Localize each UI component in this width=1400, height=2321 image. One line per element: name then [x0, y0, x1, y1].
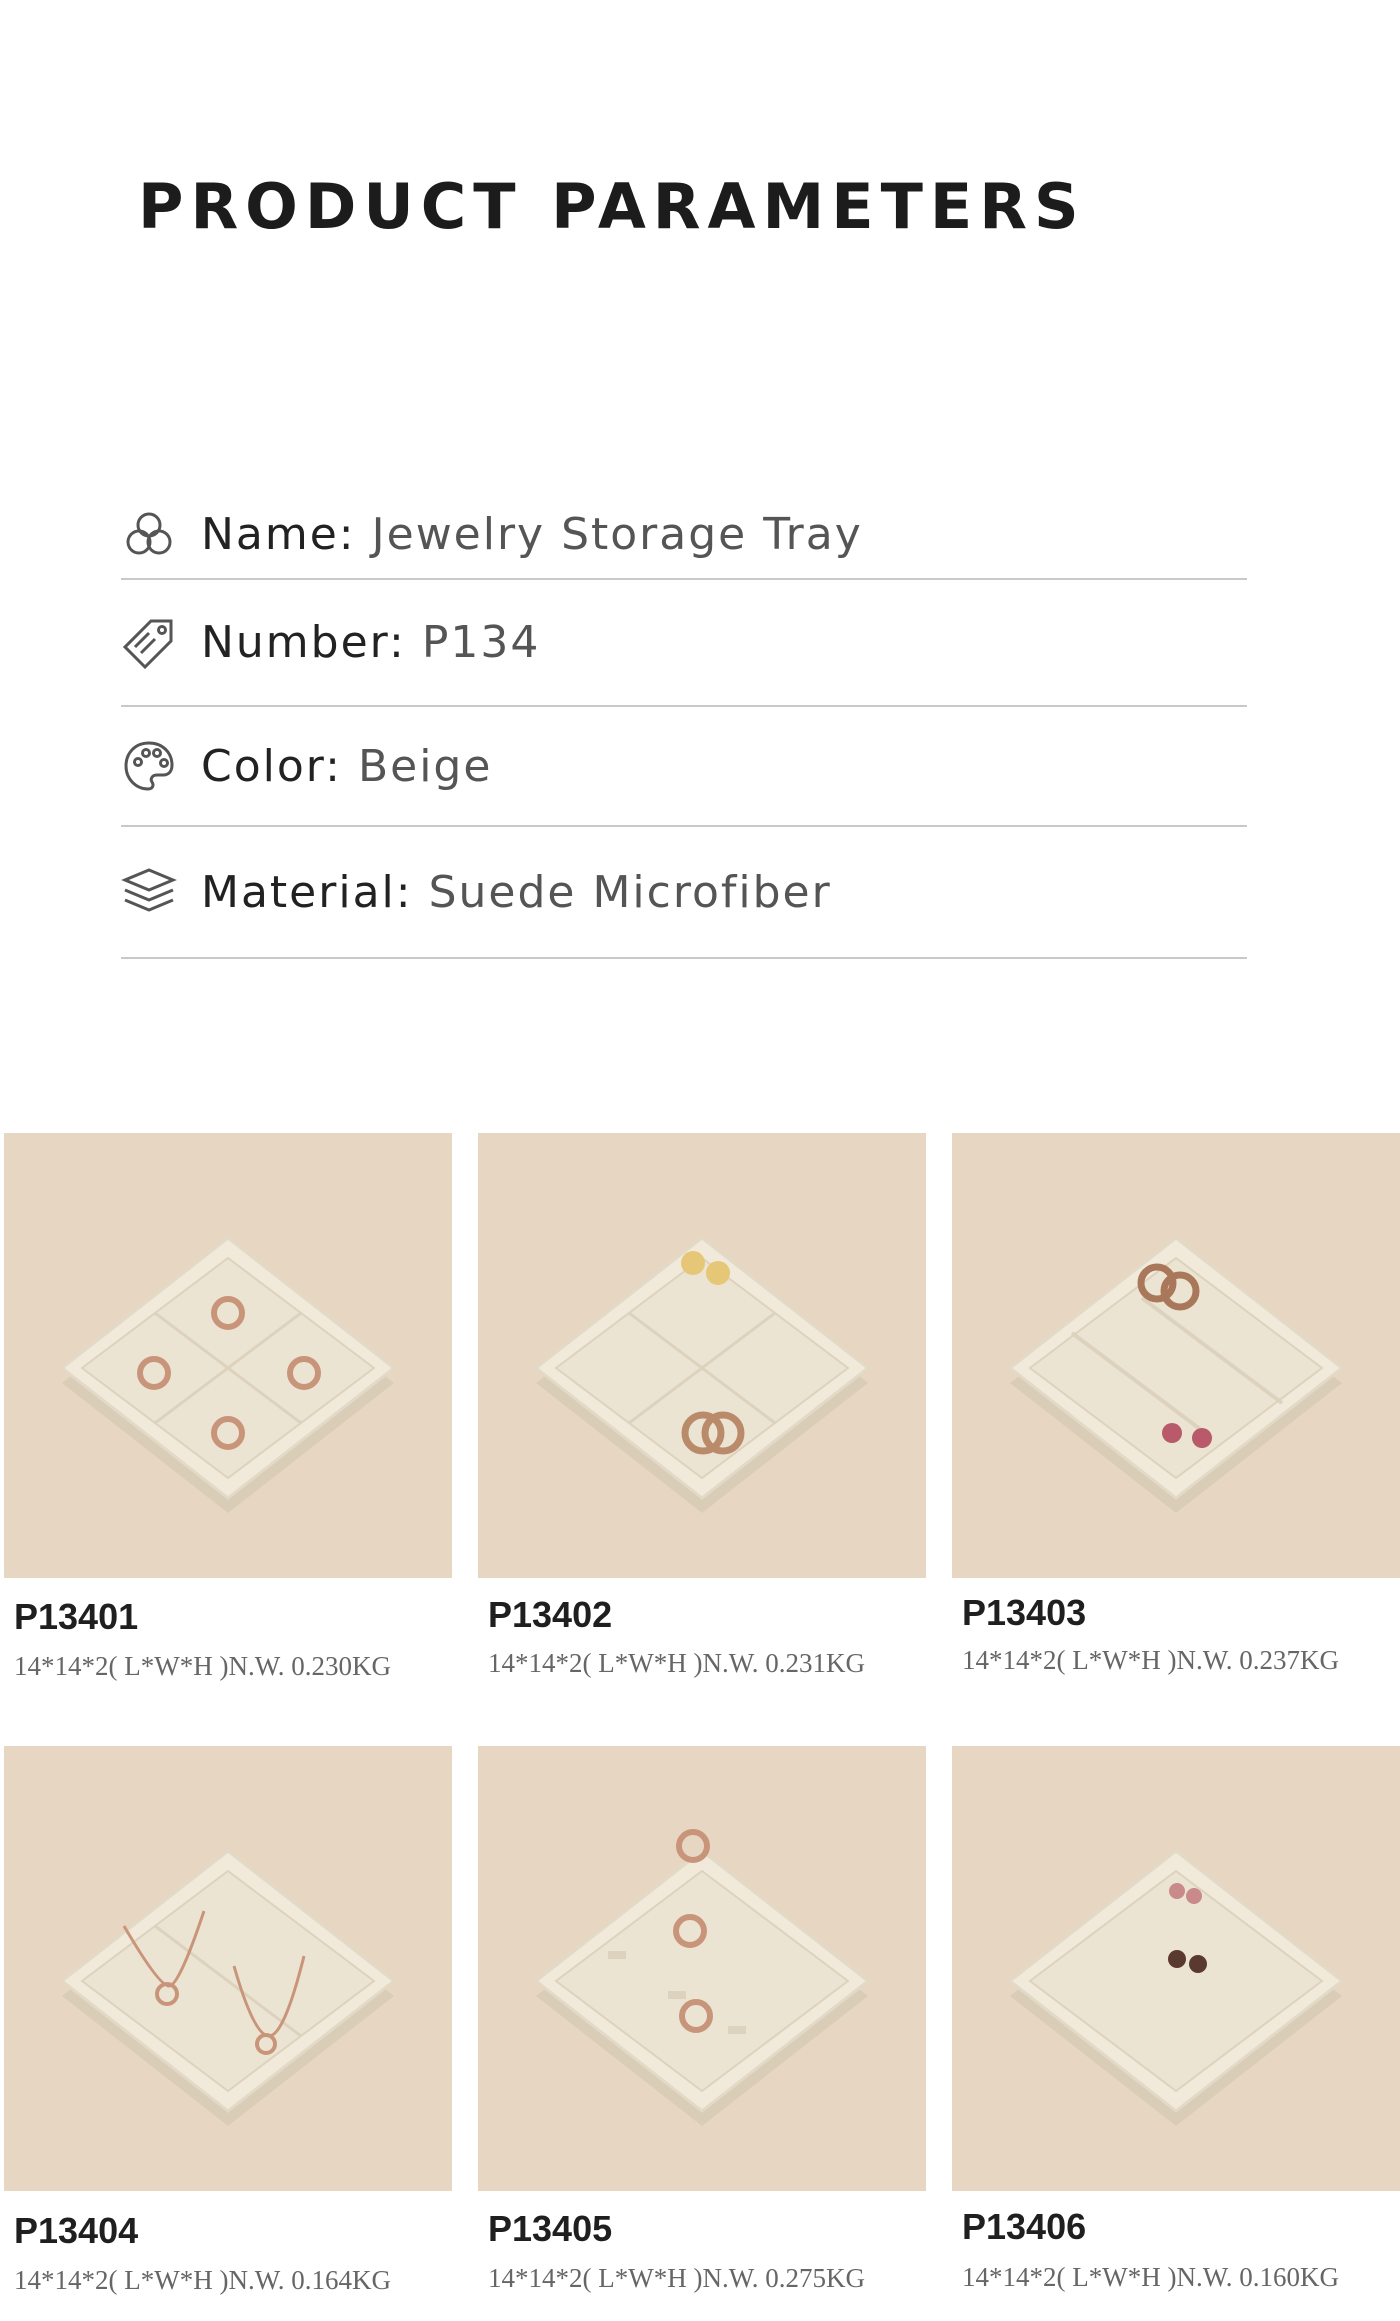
product-photo — [478, 1746, 926, 2191]
product-card[interactable]: P13406 14*14*2( L*W*H )N.W. 0.160KG — [952, 1746, 1400, 2306]
product-card[interactable]: P13402 14*14*2( L*W*H )N.W. 0.231KG — [478, 1133, 926, 1693]
product-card[interactable]: P13403 14*14*2( L*W*H )N.W. 0.237KG — [952, 1133, 1400, 1693]
palette-icon — [121, 736, 181, 796]
param-label: Material: — [201, 866, 413, 918]
param-row-name: Name: Jewelry Storage Tray — [121, 490, 1247, 580]
product-spec: 14*14*2( L*W*H )N.W. 0.275KG — [488, 2263, 865, 2293]
product-code: P13406 — [962, 2206, 1087, 2247]
price-tag-icon — [121, 613, 181, 673]
product-spec: 14*14*2( L*W*H )N.W. 0.230KG — [14, 1651, 391, 1681]
page-title: PRODUCT PARAMETERS — [138, 170, 1086, 243]
product-card[interactable]: P13401 14*14*2( L*W*H )N.W. 0.230KG — [4, 1133, 452, 1693]
product-spec: 14*14*2( L*W*H )N.W. 0.237KG — [962, 1645, 1339, 1675]
product-photo — [952, 1133, 1400, 1578]
product-code: P13402 — [488, 1594, 613, 1635]
product-spec: 14*14*2( L*W*H )N.W. 0.160KG — [962, 2262, 1339, 2292]
product-code: P13403 — [962, 1592, 1087, 1633]
product-spec: 14*14*2( L*W*H )N.W. 0.231KG — [488, 1648, 865, 1678]
product-card[interactable]: P13404 14*14*2( L*W*H )N.W. 0.164KG — [4, 1746, 452, 2306]
param-row-number: Number: P134 — [121, 580, 1247, 707]
circles-icon — [121, 504, 181, 564]
product-photo — [4, 1746, 452, 2191]
param-label: Color: — [201, 740, 342, 792]
param-value: Jewelry Storage Tray — [371, 508, 863, 560]
param-value: P134 — [421, 617, 541, 668]
product-photo — [478, 1133, 926, 1578]
param-value: Suede Microfiber — [428, 866, 832, 918]
param-value: Beige — [357, 740, 493, 792]
product-photo — [4, 1133, 452, 1578]
product-code: P13401 — [14, 1596, 139, 1637]
param-row-color: Color: Beige — [121, 707, 1247, 827]
product-card[interactable]: P13405 14*14*2( L*W*H )N.W. 0.275KG — [478, 1746, 926, 2306]
parameters-list: Name: Jewelry Storage Tray Number: P134 … — [121, 490, 1247, 959]
product-photo — [952, 1746, 1400, 2191]
param-label: Number: — [201, 617, 406, 668]
product-code: P13404 — [14, 2210, 139, 2251]
product-code: P13405 — [488, 2208, 613, 2249]
param-label: Name: — [201, 508, 356, 560]
layers-icon — [121, 862, 181, 922]
param-row-material: Material: Suede Microfiber — [121, 827, 1247, 959]
product-spec: 14*14*2( L*W*H )N.W. 0.164KG — [14, 2265, 391, 2295]
